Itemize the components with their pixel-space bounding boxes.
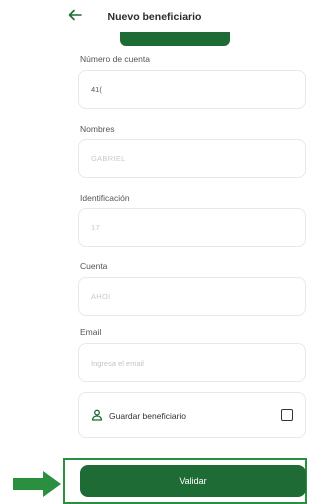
account-field[interactable]: AHOI	[78, 277, 306, 316]
account-number-label: Número de cuenta	[80, 54, 150, 64]
account-value: AHOI	[91, 292, 111, 301]
names-value: GABRIEL	[91, 154, 126, 163]
page-title: Nuevo beneficiario	[107, 11, 202, 23]
names-field[interactable]: GABRIEL	[78, 139, 306, 178]
email-field	[78, 343, 306, 382]
save-beneficiary-label: Guardar beneficiario	[109, 411, 187, 421]
person-icon	[91, 409, 103, 421]
names-label: Nombres	[80, 124, 115, 134]
header: Nuevo beneficiario	[0, 0, 309, 32]
account-number-field[interactable]: 41(	[78, 70, 306, 109]
identification-field[interactable]: 17	[78, 208, 306, 247]
account-label: Cuenta	[80, 261, 108, 271]
email-label: Email	[80, 327, 102, 337]
redaction-mask	[103, 219, 241, 238]
account-number-value: 41(	[91, 85, 102, 94]
redaction-mask	[105, 81, 243, 100]
redaction-mask	[115, 288, 255, 307]
arrow-right-icon	[13, 471, 61, 497]
redaction-mask	[139, 150, 271, 169]
email-input[interactable]	[91, 355, 291, 371]
save-beneficiary-checkbox[interactable]	[281, 409, 293, 421]
identification-value: 17	[91, 223, 100, 232]
validate-button[interactable]: Validar	[80, 465, 306, 497]
identification-label: Identificación	[80, 193, 130, 203]
save-beneficiary-row[interactable]: Guardar beneficiario	[78, 392, 306, 438]
